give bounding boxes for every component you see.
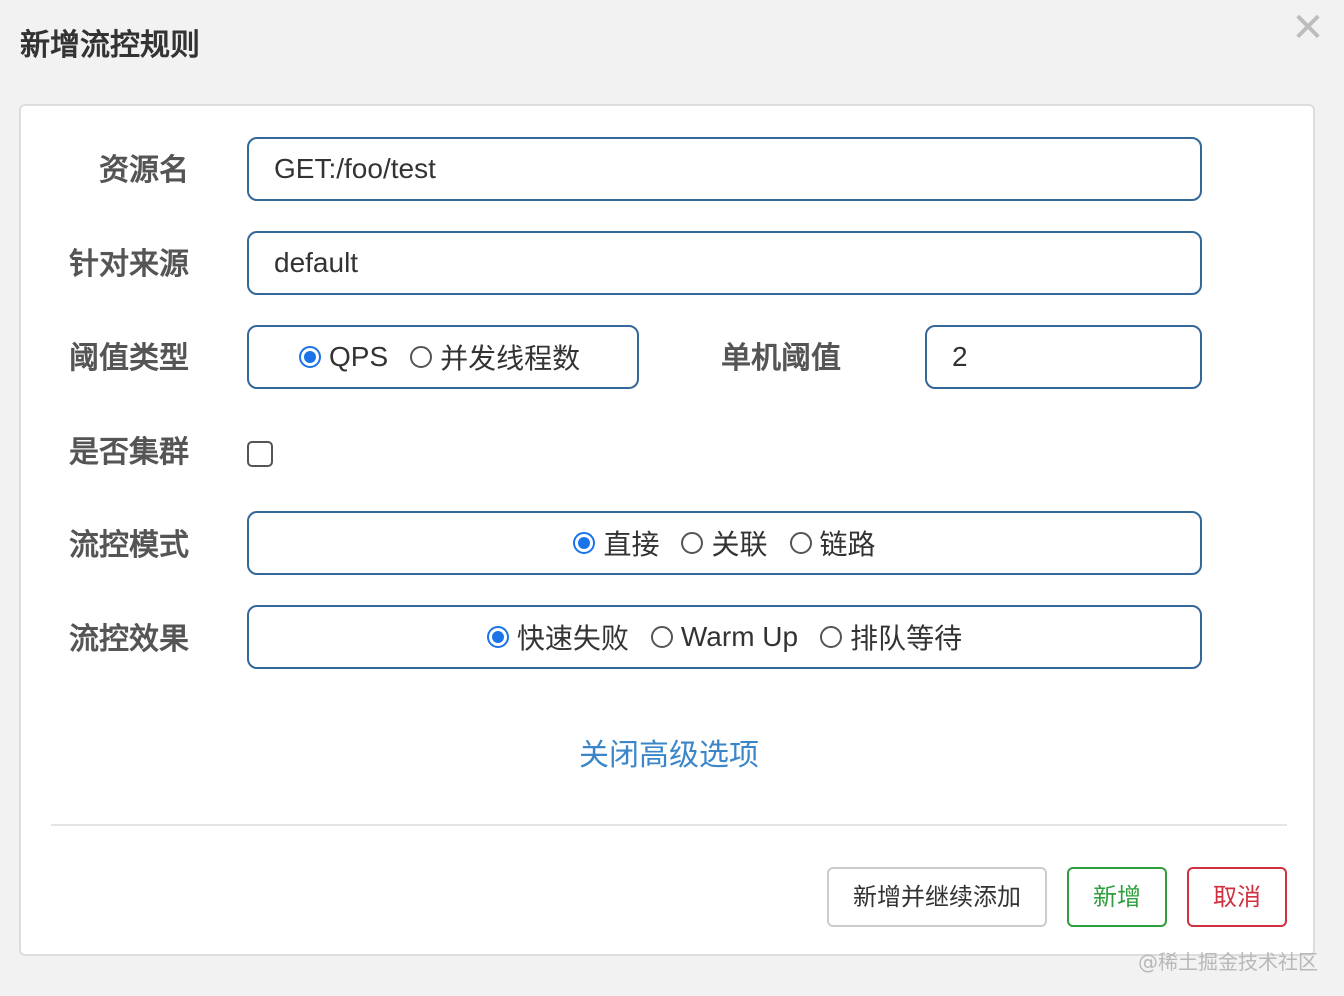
control-behavior-group: 快速失败 Warm Up 排队等待 bbox=[247, 605, 1202, 669]
radio-chain-label: 链路 bbox=[819, 529, 876, 560]
radio-qps[interactable]: QPS bbox=[299, 341, 388, 373]
limit-app-input[interactable] bbox=[247, 231, 1202, 295]
radio-queue-label: 排队等待 bbox=[850, 623, 963, 654]
radio-threads-label: 并发线程数 bbox=[440, 343, 581, 374]
radio-checked-icon bbox=[299, 346, 321, 368]
divider bbox=[51, 824, 1287, 826]
radio-chain[interactable]: 链路 bbox=[789, 523, 876, 563]
radio-checked-icon bbox=[486, 626, 509, 648]
add-button[interactable]: 新增 bbox=[1067, 867, 1167, 927]
radio-relate-label: 关联 bbox=[711, 529, 768, 560]
toggle-advanced-link[interactable]: 关闭高级选项 bbox=[21, 730, 1317, 774]
control-behavior-label: 流控效果 bbox=[69, 622, 189, 657]
close-icon[interactable]: ✕ bbox=[1288, 8, 1328, 48]
threshold-type-label: 阈值类型 bbox=[69, 341, 189, 376]
radio-unchecked-icon bbox=[789, 532, 812, 554]
cancel-button[interactable]: 取消 bbox=[1187, 867, 1287, 927]
resource-name-input[interactable] bbox=[247, 137, 1202, 201]
form-panel: 资源名 针对来源 阈值类型 QPS 并发线程数 单机阈值 是否集群 流控模式 直… bbox=[19, 104, 1315, 956]
watermark: @稀土掘金技术社区 bbox=[1138, 950, 1318, 974]
strategy-label: 流控模式 bbox=[69, 528, 189, 563]
radio-threads[interactable]: 并发线程数 bbox=[410, 337, 580, 377]
radio-relate[interactable]: 关联 bbox=[681, 523, 768, 563]
radio-unchecked-icon bbox=[410, 346, 433, 368]
radio-fast-fail-label: 快速失败 bbox=[516, 623, 629, 654]
radio-warm-up-label: Warm Up bbox=[680, 621, 799, 652]
radio-unchecked-icon bbox=[681, 532, 704, 554]
add-continue-button[interactable]: 新增并继续添加 bbox=[827, 867, 1047, 927]
radio-unchecked-icon bbox=[820, 626, 843, 648]
radio-direct-label: 直接 bbox=[603, 529, 660, 560]
single-threshold-label: 单机阈值 bbox=[721, 341, 841, 376]
radio-warm-up[interactable]: Warm Up bbox=[650, 621, 799, 653]
radio-checked-icon bbox=[573, 532, 596, 554]
single-threshold-input[interactable] bbox=[925, 325, 1202, 389]
radio-fast-fail[interactable]: 快速失败 bbox=[486, 617, 629, 657]
limit-app-label: 针对来源 bbox=[69, 247, 189, 282]
strategy-group: 直接 关联 链路 bbox=[247, 511, 1202, 575]
radio-qps-label: QPS bbox=[329, 341, 389, 372]
dialog-title: 新增流控规则 bbox=[20, 28, 200, 63]
cluster-checkbox[interactable] bbox=[247, 441, 273, 467]
radio-direct[interactable]: 直接 bbox=[573, 523, 659, 563]
radio-unchecked-icon bbox=[650, 626, 673, 648]
cluster-label: 是否集群 bbox=[69, 435, 189, 470]
resource-name-label: 资源名 bbox=[99, 153, 189, 188]
radio-queue[interactable]: 排队等待 bbox=[820, 617, 962, 657]
threshold-type-group: QPS 并发线程数 bbox=[247, 325, 639, 389]
